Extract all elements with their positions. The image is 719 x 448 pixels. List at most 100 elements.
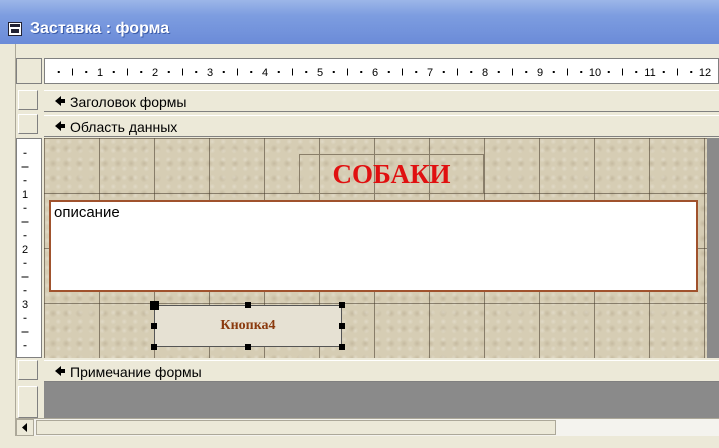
ruler-tick (347, 68, 348, 76)
ruler-tick (332, 71, 335, 73)
ruler-tick (635, 71, 638, 73)
ruler-tick (677, 68, 678, 76)
ruler-tick (552, 71, 555, 73)
ruler-tick (23, 262, 27, 264)
arrow-left-icon (22, 423, 27, 432)
description-textbox-text: описание (54, 204, 120, 221)
resize-handle-top-right[interactable] (339, 302, 345, 308)
ruler-tick (112, 71, 115, 73)
window-bottom-edge (0, 436, 719, 448)
ruler-tick (195, 71, 198, 73)
resize-handle-bottom-right[interactable] (339, 344, 345, 350)
button-control[interactable]: Кнопка4 (154, 305, 342, 347)
form-footer-bar[interactable]: Примечание формы (44, 360, 719, 382)
section-arrow-icon (55, 366, 65, 376)
ruler-tick (470, 71, 473, 73)
ruler-tick (23, 317, 27, 319)
form-footer-label: Примечание формы (70, 364, 202, 380)
ruler-tick (85, 71, 88, 73)
ruler-tick (127, 68, 128, 76)
ruler-tick (387, 71, 390, 73)
ruler-tick (23, 152, 27, 154)
ruler-mark-label: 2 (22, 244, 28, 256)
section-arrow-icon (55, 96, 65, 106)
ruler-mark-label: 3 (207, 67, 213, 79)
button-control-label: Кнопка4 (220, 318, 276, 333)
window-frame (0, 44, 16, 448)
ruler-tick (690, 71, 693, 73)
resize-handle-bottom-left[interactable] (151, 344, 157, 350)
title-bar[interactable]: Заставка : форма (0, 0, 719, 44)
ruler-tick (277, 71, 280, 73)
ruler-tick (23, 180, 27, 182)
section-arrow-icon (55, 121, 65, 131)
ruler-tick (21, 166, 29, 168)
scroll-thumb[interactable] (36, 420, 556, 435)
ruler-tick (237, 68, 238, 76)
ruler-mark-label: 6 (372, 67, 378, 79)
form-header-bar[interactable]: Заголовок формы (44, 90, 719, 112)
ruler-tick (21, 221, 29, 223)
ruler-tick (140, 71, 143, 73)
ruler-mark-label: 7 (427, 67, 433, 79)
ruler-tick (442, 71, 445, 73)
detail-section-canvas[interactable]: СОБАКИ описание Кнопка4 (44, 138, 707, 358)
horizontal-ruler[interactable]: 1 2 3 4 5 6 7 8 9 10 11 12 (44, 58, 719, 84)
description-textbox[interactable]: описание (49, 200, 698, 292)
button-control-selected[interactable]: Кнопка4 (150, 301, 345, 350)
resize-handle-left[interactable] (151, 323, 157, 329)
form-design-window: Заставка : форма 1 2 3 4 5 6 7 8 9 10 11 12 123 Заг… (0, 0, 719, 448)
ruler-tick (182, 68, 183, 76)
ruler-mark-label: 10 (589, 67, 601, 79)
scroll-left-button[interactable] (16, 419, 34, 436)
ruler-tick (21, 276, 29, 278)
ruler-tick (607, 71, 610, 73)
title-label-control[interactable]: СОБАКИ (299, 154, 484, 194)
ruler-tick (305, 71, 308, 73)
ruler-tick (415, 71, 418, 73)
detail-section-bar[interactable]: Область данных (44, 115, 719, 137)
footer-section-selector[interactable] (18, 360, 38, 380)
ruler-tick (525, 71, 528, 73)
ruler-tick (21, 331, 29, 333)
resize-handle-bottom[interactable] (245, 344, 251, 350)
ruler-mark-label: 4 (262, 67, 268, 79)
move-handle[interactable] (150, 301, 159, 310)
ruler-tick (72, 68, 73, 76)
window-title: Заставка : форма (30, 20, 170, 37)
form-header-label: Заголовок формы (70, 94, 187, 110)
form-selector[interactable] (16, 58, 42, 84)
ruler-tick (23, 345, 27, 347)
detail-section-label: Область данных (70, 119, 178, 135)
footer-section-canvas[interactable] (44, 382, 719, 418)
header-section-selector[interactable] (18, 90, 38, 110)
detail-section-margin (707, 138, 719, 358)
vertical-ruler[interactable]: 1 2 3 (16, 138, 42, 358)
ruler-mark-label: 12 (699, 67, 711, 79)
ruler-tick (167, 71, 170, 73)
ruler-tick (580, 71, 583, 73)
ruler-tick (292, 68, 293, 76)
form-icon (8, 22, 22, 36)
ruler-tick (23, 207, 27, 209)
ruler-mark-label: 3 (22, 299, 28, 311)
resize-handle-right[interactable] (339, 323, 345, 329)
title-label-text: СОБАКИ (332, 159, 451, 189)
ruler-tick (23, 290, 27, 292)
ruler-tick (662, 71, 665, 73)
ruler-mark-label: 8 (482, 67, 488, 79)
ruler-mark-label: 11 (644, 67, 655, 79)
ruler-tick (622, 68, 623, 76)
ruler-tick (360, 71, 363, 73)
ruler-tick (457, 68, 458, 76)
ruler-tick (497, 71, 500, 73)
resize-handle-top[interactable] (245, 302, 251, 308)
ruler-tick (567, 68, 568, 76)
ruler-mark-label: 9 (537, 67, 543, 79)
ruler-tick (57, 71, 60, 73)
ruler-tick (23, 235, 27, 237)
footer-ruler-selector[interactable] (18, 386, 38, 418)
ruler-mark-label: 1 (22, 189, 28, 201)
detail-section-selector[interactable] (18, 114, 38, 134)
horizontal-scrollbar[interactable] (16, 418, 719, 436)
